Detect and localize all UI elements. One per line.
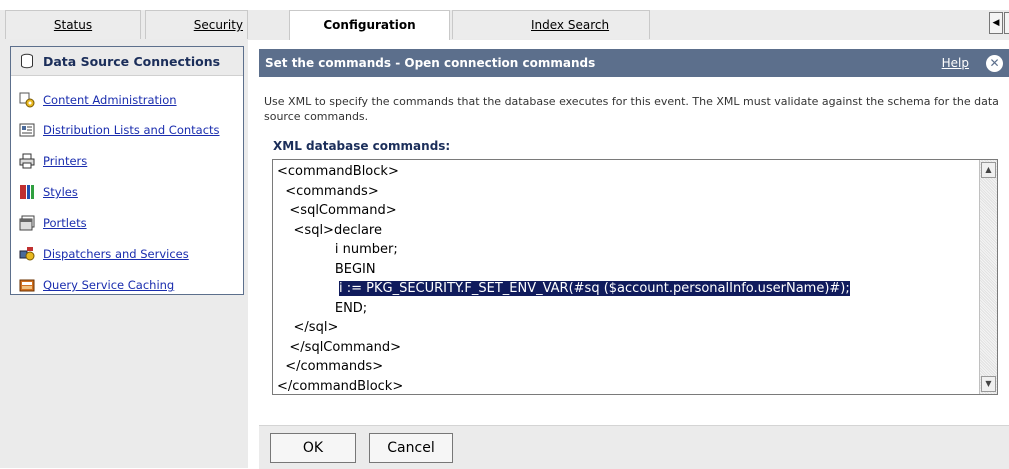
sidebar-item-label: Content Administration [43, 93, 177, 107]
close-icon[interactable]: ✕ [986, 55, 1003, 72]
scroll-down-icon[interactable]: ▼ [981, 376, 996, 392]
xml-line: BEGIN [277, 261, 376, 277]
xml-commands-textarea[interactable]: <commandBlock> <commands> <sqlCommand> <… [272, 159, 998, 395]
sidebar-item-label: Query Service Caching [43, 278, 175, 292]
contacts-icon [19, 123, 35, 137]
vertical-scrollbar[interactable]: ▲ ▼ [979, 160, 997, 394]
tab-security[interactable]: Security [145, 10, 248, 39]
tab-bar: Status Security Configuration Index Sear… [0, 0, 1009, 41]
panel-description: Use XML to specify the commands that the… [264, 95, 999, 123]
xml-line: </sqlCommand> [277, 339, 402, 355]
xml-line: END; [277, 300, 368, 316]
sidebar-item-label: Dispatchers and Services [43, 247, 189, 261]
sidebar-item-label: Printers [43, 154, 88, 168]
selected-text: i := PKG_SECURITY.F_SET_ENV_VAR(#sq ($ac… [339, 281, 850, 296]
tab-configuration[interactable]: Configuration [289, 10, 450, 41]
xml-line: <commands> [277, 183, 379, 199]
xml-line: </commandBlock> [277, 378, 404, 394]
panel-header: Set the commands - Open connection comma… [259, 49, 1009, 77]
panel-title: Set the commands - Open connection comma… [265, 56, 596, 70]
dispatchers-icon [19, 247, 35, 261]
sidebar-item-portlets[interactable]: Portlets [11, 210, 243, 236]
cancel-button[interactable]: Cancel [369, 433, 453, 463]
tab-scroll-left-icon[interactable]: ◀ [989, 12, 1003, 34]
database-icon [21, 53, 33, 69]
sidebar-item-label: Distribution Lists and Contacts [43, 123, 220, 137]
sidebar-item-printers[interactable]: Printers [11, 148, 243, 174]
sidebar-item-label: Portlets [43, 216, 87, 230]
query-cache-icon [19, 279, 35, 292]
tab-status[interactable]: Status [5, 10, 141, 39]
sidebar-nav: Data Source Connections Content Administ… [10, 46, 244, 295]
xml-line: </sql> [277, 320, 339, 335]
tab-scroll-right-icon[interactable] [1004, 12, 1009, 34]
styles-icon [20, 185, 34, 199]
xml-line: <sql>declare [277, 222, 382, 238]
help-link[interactable]: Help [942, 49, 969, 77]
sidebar-item-label: Styles [43, 185, 78, 199]
content-admin-icon [19, 92, 35, 108]
xml-commands-label: XML database commands: [273, 139, 451, 153]
xml-line: <commandBlock> [277, 164, 399, 179]
scroll-up-icon[interactable]: ▲ [981, 162, 996, 178]
main-panel: Set the commands - Open connection comma… [248, 40, 1009, 469]
portlets-icon [19, 215, 35, 231]
xml-line: i number; [277, 242, 398, 257]
xml-line: </commands> [277, 359, 384, 374]
left-panel: Data Source Connections Content Administ… [0, 40, 248, 468]
sidebar-item-data-source-connections[interactable]: Data Source Connections [11, 47, 243, 76]
sidebar-item-styles[interactable]: Styles [11, 179, 243, 205]
sidebar-item-dispatchers[interactable]: Dispatchers and Services [11, 241, 243, 267]
sidebar-item-label: Data Source Connections [43, 53, 221, 69]
sidebar-item-distribution-lists[interactable]: Distribution Lists and Contacts [11, 117, 243, 143]
printer-icon [19, 153, 35, 169]
xml-line: i := PKG_SECURITY.F_SET_ENV_VAR(#sq ($ac… [277, 279, 850, 299]
sidebar-item-query-service-caching[interactable]: Query Service Caching [11, 272, 243, 298]
sidebar-item-content-administration[interactable]: Content Administration [11, 87, 243, 113]
xml-line: <sqlCommand> [277, 203, 397, 218]
tab-index-search[interactable]: Index Search [452, 10, 650, 39]
ok-button[interactable]: OK [270, 433, 356, 463]
xml-content: <commandBlock> <commands> <sqlCommand> <… [277, 162, 850, 394]
button-bar: OK Cancel [259, 425, 1009, 469]
